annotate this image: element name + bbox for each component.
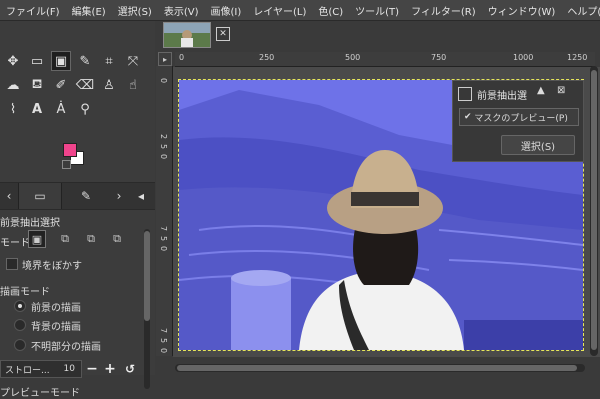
stroke-decrease-button[interactable]: − (84, 360, 100, 378)
paths-tool-icon[interactable]: ⌇ (3, 99, 23, 119)
crop-tool-icon[interactable]: ⌗ (99, 51, 119, 71)
color-picker-icon[interactable]: Ȧ (51, 99, 71, 119)
draw-mode-title: 描画モード (0, 287, 50, 298)
bucket-fill-icon[interactable]: ⛾ (27, 75, 47, 95)
mask-preview-toggle[interactable]: ✔ マスクのプレビュー(P) (459, 108, 579, 126)
menu-edit[interactable]: 編集(E) (66, 3, 112, 18)
mode-subtract-icon[interactable]: ⧉ (82, 230, 100, 248)
ruler-tick-label: 2 (159, 134, 168, 140)
tab-menu-icon[interactable]: ◂ (133, 183, 149, 209)
menu-tools[interactable]: ツール(T) (349, 3, 405, 18)
menu-windows[interactable]: ウィンドウ(W) (482, 3, 562, 18)
menu-help[interactable]: ヘルプ(H) (561, 3, 600, 18)
select-button[interactable]: 選択(S) (501, 135, 575, 155)
clone-tool-icon[interactable]: ♙ (99, 75, 119, 95)
mode-add-icon[interactable]: ⧉ (56, 230, 74, 248)
feather-edges-checkbox[interactable] (6, 258, 18, 270)
fuzzy-select-tool-icon[interactable]: ✎ (75, 51, 95, 71)
feather-edges-label: 境界をぼかす (22, 261, 82, 272)
ruler-tick-label: 0 (159, 246, 168, 252)
ruler-tick-label: 5 (159, 236, 168, 242)
ruler-tick-label: 750 (431, 53, 447, 62)
mode-intersect-icon[interactable]: ⧉ (108, 230, 126, 248)
menu-select[interactable]: 選択(S) (112, 3, 158, 18)
menu-image[interactable]: 画像(I) (205, 3, 248, 18)
eraser-icon[interactable]: ⌫ (75, 75, 95, 95)
ruler-tick-label: 1250 (567, 53, 588, 62)
tool-options-title: 前景抽出選択 (0, 218, 60, 229)
move-tool-icon[interactable]: ✥ (3, 51, 23, 71)
stroke-reset-icon[interactable]: ↺ (122, 360, 138, 378)
image-tab-strip: ✕ (155, 21, 600, 49)
zoom-tool-icon[interactable]: ⚲ (75, 99, 95, 119)
dialog-close-icon[interactable]: ⊠ (557, 85, 565, 96)
menu-color[interactable]: 色(C) (312, 3, 349, 18)
vertical-ruler: 0 2 5 0 7 5 0 7 5 0 (156, 66, 173, 356)
menu-filters[interactable]: フィルター(R) (405, 3, 482, 18)
horizontal-scroll-thumb[interactable] (177, 365, 577, 371)
vertical-scrollbar[interactable] (590, 66, 598, 356)
ruler-tick-label: 0 (179, 53, 185, 62)
menu-view[interactable]: 表示(V) (158, 3, 205, 18)
ruler-tick-label: 7 (159, 226, 168, 232)
tab-device-status[interactable]: ✎ (70, 183, 102, 209)
mode-replace-icon[interactable]: ▣ (28, 230, 46, 248)
warning-icon: ▲ (537, 85, 545, 96)
menu-file[interactable]: ファイル(F) (0, 3, 66, 18)
paintbrush-icon[interactable]: ✐ (51, 75, 71, 95)
mask-preview-label: マスクのプレビュー(P) (474, 113, 568, 124)
ruler-tick-label: 0 (159, 78, 168, 84)
ruler-tick-label: 5 (159, 338, 168, 344)
text-tool-icon[interactable]: A (27, 99, 47, 119)
toolbox-panel: ✥ ▭ ▣ ✎ ⌗ ⤧ ☁ ⛾ ✐ ⌫ ♙ ☝ ⌇ A Ȧ ⚲ ‹ ▭ ✎ › … (0, 21, 155, 399)
stroke-width-input[interactable]: ストロー... 10 (0, 360, 82, 378)
foreground-select-dialog: 前景抽出選 ▲ ⊠ ✔ マスクのプレビュー(P) 選択(S) (452, 80, 584, 162)
tab-scroll-right-icon[interactable]: › (112, 183, 126, 209)
draw-background-radio[interactable] (14, 319, 26, 331)
ruler-tick-label: 1000 (513, 53, 534, 62)
draw-unknown-label: 不明部分の描画 (31, 342, 101, 353)
preview-mode-title: プレビューモード (0, 388, 80, 399)
image-thumbnail (164, 23, 210, 47)
menu-layer[interactable]: レイヤー(L) (247, 3, 312, 18)
ruler-tick-label: 5 (159, 144, 168, 150)
rect-select-tool-icon[interactable]: ▭ (27, 51, 47, 71)
foreground-color-swatch[interactable] (63, 143, 77, 157)
tab-tool-options[interactable]: ▭ (18, 183, 62, 209)
draw-foreground-label: 前景の描画 (31, 303, 81, 314)
draw-foreground-radio[interactable] (14, 300, 26, 312)
dialog-title: 前景抽出選 (477, 91, 527, 102)
tool-options-scrollbar[interactable] (144, 229, 150, 389)
horizontal-scrollbar[interactable] (175, 364, 585, 372)
stroke-width-label: ストロー... (5, 365, 50, 376)
stroke-width-value: 10 (63, 364, 75, 374)
ruler-tick-label: 250 (259, 53, 275, 62)
transform-tool-icon[interactable]: ⤧ (123, 51, 143, 71)
dialog-tool-icon (458, 87, 472, 101)
close-image-tab-icon[interactable]: ✕ (216, 27, 230, 41)
menu-bar: ファイル(F) 編集(E) 選択(S) 表示(V) 画像(I) レイヤー(L) … (0, 0, 600, 21)
foreground-select-tool-icon[interactable]: ▣ (51, 51, 71, 71)
warp-tool-icon[interactable]: ☁ (3, 75, 23, 95)
check-icon: ✔ (464, 112, 475, 122)
smudge-tool-icon[interactable]: ☝ (123, 75, 143, 95)
default-colors-icon[interactable] (62, 160, 71, 169)
ruler-tick-label: 500 (345, 53, 361, 62)
draw-background-label: 背景の描画 (31, 322, 81, 333)
horizontal-ruler: 0 250 500 750 1000 1250 (175, 52, 595, 67)
ruler-tick-label: 7 (159, 328, 168, 334)
draw-unknown-radio[interactable] (14, 339, 26, 351)
ruler-tick-label: 0 (159, 154, 168, 160)
ruler-tick-label: 0 (159, 348, 168, 354)
image-thumbnail-tab[interactable] (163, 22, 211, 48)
quick-mask-toggle-icon[interactable]: ▸ (158, 52, 172, 66)
dock-tab-row: ‹ ▭ ✎ › ◂ (0, 182, 155, 210)
tab-scroll-left-icon[interactable]: ‹ (2, 183, 16, 209)
vertical-scroll-thumb[interactable] (591, 70, 597, 350)
stroke-increase-button[interactable]: + (102, 360, 118, 378)
tool-options-scroll-thumb[interactable] (144, 231, 150, 321)
